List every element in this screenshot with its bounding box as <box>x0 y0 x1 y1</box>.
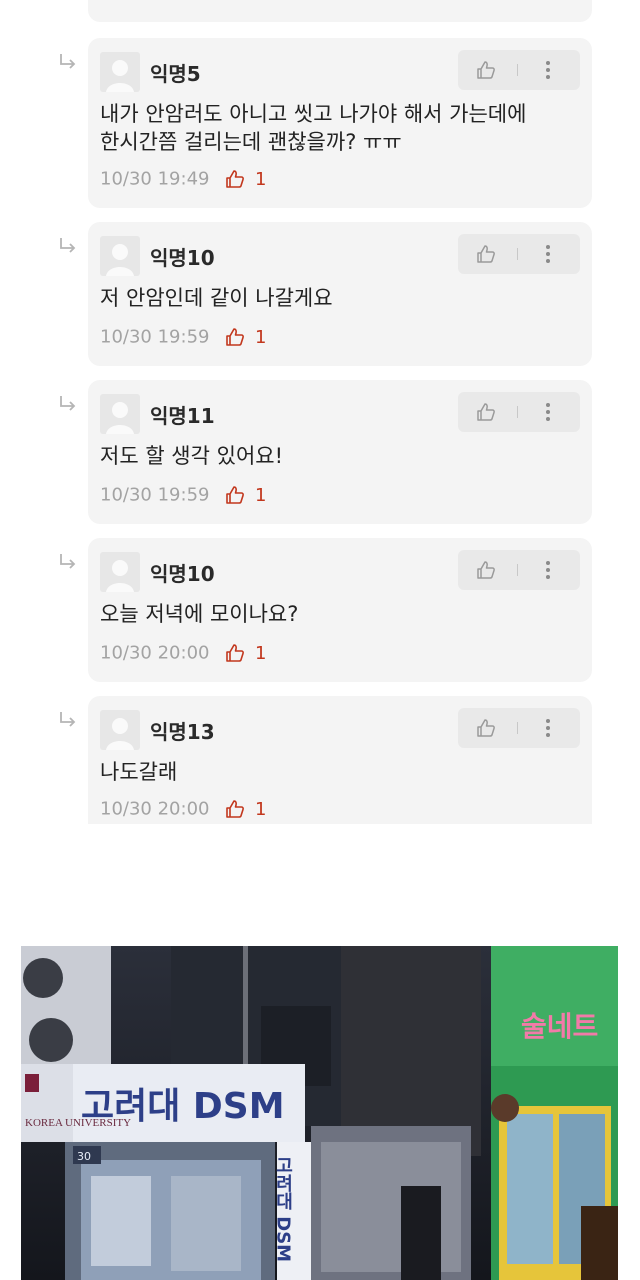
comment-text: 오늘 저녁에 모이나요? <box>100 600 552 628</box>
comment-meta: 10/30 20:00 1 <box>100 642 266 664</box>
action-divider <box>517 564 518 576</box>
comment-actions <box>458 234 580 274</box>
default-avatar-icon <box>100 394 140 434</box>
comment-actions <box>458 550 580 590</box>
previous-comment-card <box>88 0 592 22</box>
like-count: 1 <box>254 168 267 190</box>
comment-text: 저 안암인데 같이 나갈게요 <box>100 284 552 312</box>
comment-card: 익명10 오늘 저녁에 모이나요? 10/30 20:00 1 <box>88 538 592 682</box>
comment-author: 익명5 <box>150 62 201 86</box>
comment-text: 저도 할 생각 있어요! <box>100 442 552 470</box>
thumbs-up-icon[interactable] <box>476 718 496 738</box>
default-avatar-icon <box>100 236 140 276</box>
comment-meta: 10/30 19:49 1 <box>100 168 266 190</box>
action-divider <box>517 248 518 260</box>
thumbs-up-icon[interactable] <box>476 402 496 422</box>
street-photo: KOREA UNIVERSITY 고려대 DSM 30 고려대 DSM 술네트 <box>21 946 618 1280</box>
thumbs-up-icon <box>226 170 245 188</box>
comment-time: 10/30 20:00 <box>100 798 210 820</box>
comment-item: 익명11 저도 할 생각 있어요! 10/30 19:59 1 <box>0 380 640 524</box>
reply-arrow-icon <box>60 712 76 727</box>
comment-line: 저 안암인데 같이 나갈게요 <box>100 286 333 310</box>
reply-arrow-icon <box>60 238 76 253</box>
comment-card: 익명13 나도갈래 10/30 20:00 1 <box>88 696 592 824</box>
reply-arrow-icon <box>60 396 76 411</box>
thumbs-up-icon[interactable] <box>476 60 496 80</box>
room-number: 30 <box>77 1150 91 1163</box>
thumbs-up-icon[interactable] <box>476 244 496 264</box>
comment-line: 내가 안암러도 아니고 씻고 나가야 해서 가는데에 <box>100 102 527 126</box>
comment-card: 익명5 내가 안암러도 아니고 씻고 나가야 해서 가는데에 한시간쯤 걸리는데… <box>88 38 592 208</box>
reply-arrow-icon <box>60 554 76 569</box>
comment-time: 10/30 19:59 <box>100 326 210 348</box>
comment-actions <box>458 50 580 90</box>
comment-time: 10/30 19:49 <box>100 168 210 190</box>
comment-meta: 10/30 19:59 1 <box>100 484 266 506</box>
default-avatar-icon <box>100 552 140 592</box>
comment-text: 내가 안암러도 아니고 씻고 나가야 해서 가는데에 한시간쯤 걸리는데 괜찮을… <box>100 100 552 156</box>
comment-text: 나도갈래 <box>100 758 552 786</box>
more-vertical-icon[interactable] <box>540 242 556 266</box>
thumbs-up-icon <box>226 328 245 346</box>
comment-item: 익명10 저 안암인데 같이 나갈게요 10/30 19:59 1 <box>0 222 640 366</box>
action-divider <box>517 406 518 418</box>
thumbs-up-icon <box>226 800 245 818</box>
shop-sign-text: 술네트 <box>521 1010 598 1043</box>
sign-main-text: 고려대 DSM <box>81 1086 285 1127</box>
comment-actions <box>458 708 580 748</box>
comment-card: 익명11 저도 할 생각 있어요! 10/30 19:59 1 <box>88 380 592 524</box>
comment-author: 익명10 <box>150 562 215 586</box>
comment-line: 저도 할 생각 있어요! <box>100 444 284 468</box>
comment-line: 나도갈래 <box>100 760 178 784</box>
more-vertical-icon[interactable] <box>540 558 556 582</box>
comment-item: 익명5 내가 안암러도 아니고 씻고 나가야 해서 가는데에 한시간쯤 걸리는데… <box>0 38 640 208</box>
comment-time: 10/30 19:59 <box>100 484 210 506</box>
action-divider <box>517 722 518 734</box>
reply-arrow-icon <box>60 54 76 69</box>
comment-item: 익명10 오늘 저녁에 모이나요? 10/30 20:00 1 <box>0 538 640 682</box>
comment-meta: 10/30 20:00 1 <box>100 798 266 820</box>
thumbs-up-icon <box>226 644 245 662</box>
sign-vertical-text: 고려대 DSM <box>273 1156 294 1262</box>
comment-actions <box>458 392 580 432</box>
comment-item: 익명13 나도갈래 10/30 20:00 1 <box>0 696 640 824</box>
comment-line: 한시간쯤 걸리는데 괜찮을까? ㅠㅠ <box>100 130 402 154</box>
thumbs-up-icon[interactable] <box>476 560 496 580</box>
comment-author: 익명11 <box>150 404 215 428</box>
comment-time: 10/30 20:00 <box>100 642 210 664</box>
thumbs-up-icon <box>226 486 245 504</box>
more-vertical-icon[interactable] <box>540 58 556 82</box>
comment-meta: 10/30 19:59 1 <box>100 326 266 348</box>
like-count: 1 <box>254 326 267 348</box>
more-vertical-icon[interactable] <box>540 716 556 740</box>
like-count: 1 <box>254 484 267 506</box>
comment-author: 익명13 <box>150 720 215 744</box>
default-avatar-icon <box>100 710 140 750</box>
more-vertical-icon[interactable] <box>540 400 556 424</box>
default-avatar-icon <box>100 52 140 92</box>
comment-line: 오늘 저녁에 모이나요? <box>100 602 299 626</box>
street-photo-drawing: KOREA UNIVERSITY 고려대 DSM 30 고려대 DSM 술네트 <box>21 946 618 1280</box>
like-count: 1 <box>254 642 267 664</box>
like-count: 1 <box>254 798 267 820</box>
comment-card: 익명10 저 안암인데 같이 나갈게요 10/30 19:59 1 <box>88 222 592 366</box>
comment-author: 익명10 <box>150 246 215 270</box>
action-divider <box>517 64 518 76</box>
